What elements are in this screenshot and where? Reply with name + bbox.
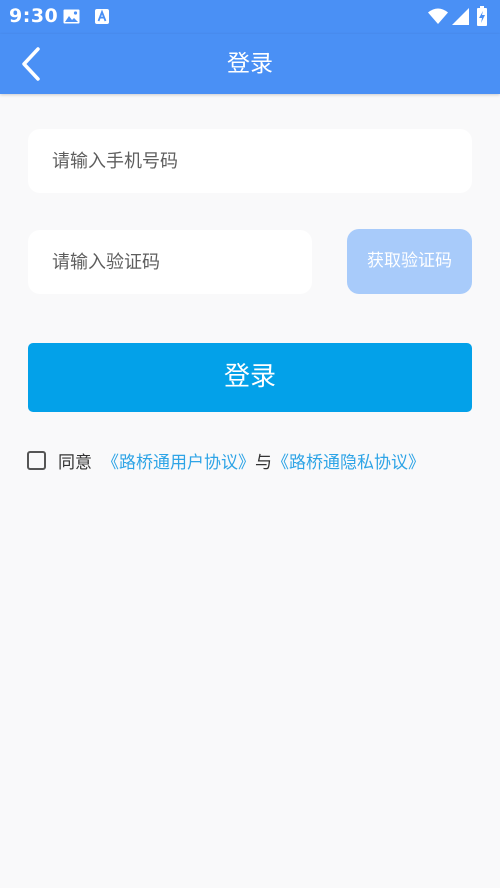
image-icon [63, 9, 80, 24]
login-button[interactable]: 登录 [28, 343, 472, 412]
signal-icon [452, 8, 469, 25]
phone-input-container [28, 129, 472, 193]
user-agreement-link[interactable]: 《路桥通用户协议》 [102, 448, 255, 473]
agreement-checkbox[interactable] [27, 450, 46, 470]
agreement-row: 同意 《路桥通用户协议》 与 《路桥通隐私协议》 [27, 446, 425, 474]
wifi-icon [428, 8, 448, 24]
get-code-button[interactable]: 获取验证码 [347, 229, 472, 294]
agreement-joiner: 与 [255, 452, 272, 473]
verification-code-input[interactable] [28, 230, 312, 294]
status-time: 9:30 [9, 5, 59, 27]
a-letter-icon [95, 9, 109, 24]
app-bar: 登录 [0, 34, 500, 94]
battery-charging-icon [477, 6, 487, 26]
agree-label: 同意 [58, 452, 92, 473]
page-title: 登录 [227, 51, 273, 77]
phone-input[interactable] [28, 129, 472, 193]
status-bar: 9:30 [0, 0, 500, 34]
privacy-agreement-link[interactable]: 《路桥通隐私协议》 [272, 448, 425, 473]
code-input-container [28, 230, 312, 294]
